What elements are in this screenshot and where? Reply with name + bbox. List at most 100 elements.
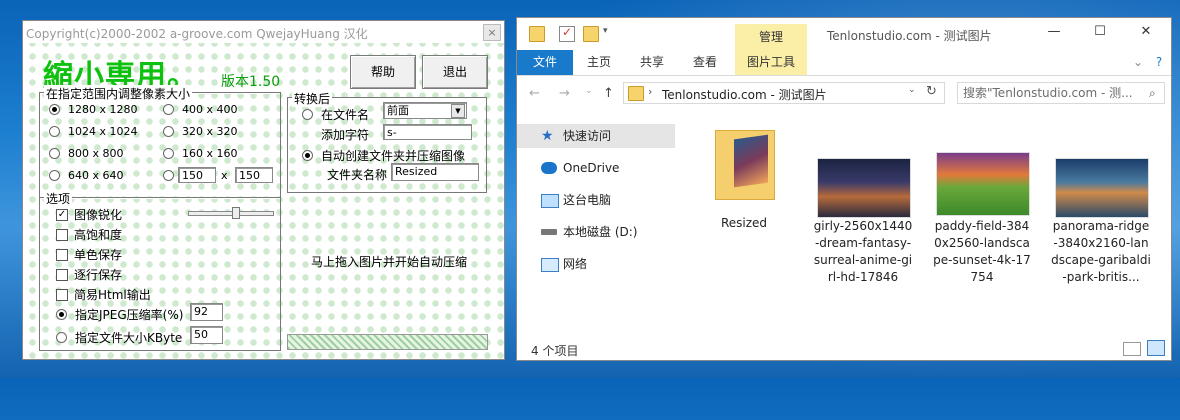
tab-share[interactable]: 共享 <box>632 50 672 75</box>
size-400-radio[interactable]: 400 x 400 <box>163 103 238 116</box>
manage-context-tab[interactable]: 管理 <box>735 24 807 50</box>
explorer-window: ✓ ▾ 管理 Tenlonstudio.com - 测试图片 — ☐ ✕ 文件 … <box>516 17 1172 361</box>
nav-onedrive-label: OneDrive <box>563 161 620 175</box>
position-select[interactable]: 前面 ▼ <box>383 102 467 119</box>
qat-dropdown-icon[interactable]: ▾ <box>603 26 617 40</box>
details-view-icon[interactable] <box>1123 342 1141 356</box>
tab-picture-tools[interactable]: 图片工具 <box>735 50 807 75</box>
jpeg-rate-input[interactable]: 92 <box>190 303 223 321</box>
mono-checkbox[interactable]: 单色保存 <box>56 246 122 263</box>
html-output-checkbox[interactable]: 简易Html输出 <box>56 286 151 303</box>
nav-local-disk[interactable]: 本地磁盘 (D:) <box>517 220 675 244</box>
saturation-label: 高饱和度 <box>74 228 123 242</box>
size-800-radio[interactable]: 800 x 800 <box>49 147 124 160</box>
explorer-title: Tenlonstudio.com - 测试图片 <box>827 29 992 43</box>
size-160-radio[interactable]: 160 x 160 <box>163 147 238 160</box>
size-1280-radio[interactable]: 1280 x 1280 <box>49 103 138 116</box>
path-folder-icon <box>628 86 644 101</box>
nav-quick-access[interactable]: ★ 快速访问 <box>517 124 675 148</box>
file-item-panorama[interactable]: panorama-ridge-3840x2160-landscape-garib… <box>1051 158 1151 288</box>
search-input[interactable]: 搜索"Tenlonstudio.com - 测... <box>957 82 1165 104</box>
file-list: Resized girly-2560x1440-dream-fantasy-su… <box>677 114 1167 338</box>
kbyte-radio[interactable]: 指定文件大小KByte <box>56 329 182 346</box>
size-1280-label: 1280 x 1280 <box>68 103 138 116</box>
navigation-pane: ★ 快速访问 OneDrive 这台电脑 本地磁盘 (D:) 网络 <box>517 114 677 338</box>
radio-icon <box>49 169 60 181</box>
file-item-girly[interactable]: girly-2560x1440-dream-fantasy-surreal-an… <box>813 158 913 288</box>
nav-this-pc[interactable]: 这台电脑 <box>517 188 675 212</box>
radio-icon <box>163 125 174 137</box>
nav-onedrive[interactable]: OneDrive <box>517 156 675 180</box>
folder-name-input[interactable]: Resized <box>391 163 479 181</box>
mono-label: 单色保存 <box>74 248 123 262</box>
custom-width-input[interactable]: 150 <box>178 167 216 183</box>
size-640-radio[interactable]: 640 x 640 <box>49 169 124 182</box>
file-item-resized[interactable]: Resized <box>694 128 794 238</box>
position-select-value: 前面 <box>387 104 409 117</box>
sharpen-checkbox[interactable]: ✓ 图像锐化 <box>56 206 122 223</box>
size-320-radio[interactable]: 320 x 320 <box>163 125 238 138</box>
file-item-paddy[interactable]: paddy-field-3840x2560-landscape-sunset-4… <box>932 152 1032 284</box>
size-800-label: 800 x 800 <box>68 147 124 160</box>
radio-icon <box>163 169 174 181</box>
radio-icon <box>49 147 60 159</box>
checkbox-icon <box>56 248 68 261</box>
convert-group: 转换后 在文件名 前面 ▼ 添加字符 s- 自动创建文件夹并压缩图像 文件夹名称 … <box>287 90 487 193</box>
size-640-label: 640 x 640 <box>68 169 124 182</box>
new-folder-icon[interactable] <box>583 26 599 42</box>
sharpen-label: 图像锐化 <box>74 208 123 222</box>
nav-network[interactable]: 网络 <box>517 252 675 276</box>
sharpen-slider[interactable] <box>188 207 274 219</box>
radio-icon <box>163 147 174 159</box>
progress-bar <box>287 334 488 350</box>
large-icons-view-icon[interactable] <box>1147 340 1165 356</box>
nav-network-label: 网络 <box>563 257 588 271</box>
ribbon-tabs: 文件 主页 共享 查看 图片工具 ⌄ ? <box>517 50 1171 76</box>
tab-view[interactable]: 查看 <box>685 50 725 75</box>
path-box[interactable]: › Tenlonstudio.com - 测试图片 ⌄ ↻ <box>623 82 945 104</box>
app-close-button[interactable]: × <box>483 24 501 41</box>
nav-quick-access-label: 快速访问 <box>563 129 612 143</box>
refresh-icon[interactable]: ↻ <box>926 84 937 99</box>
search-icon[interactable]: ⌕ <box>1149 86 1156 101</box>
convert-group-label: 转换后 <box>292 90 333 107</box>
kbyte-label: 指定文件大小KByte <box>75 331 183 345</box>
up-icon[interactable]: ↑ <box>603 86 614 101</box>
network-icon <box>541 258 559 272</box>
help-icon[interactable]: ? <box>1151 50 1167 75</box>
recent-dropdown-icon[interactable]: ⌄ <box>585 86 593 96</box>
app-titlebar[interactable]: Copyright(c)2000-2002 a-groove.com Qweja… <box>23 21 504 43</box>
app-title: Copyright(c)2000-2002 a-groove.com Qweja… <box>26 27 368 41</box>
help-button[interactable]: 帮助 <box>350 55 416 89</box>
back-icon[interactable]: ← <box>529 86 540 101</box>
tab-file[interactable]: 文件 <box>517 50 573 75</box>
radio-icon <box>56 332 67 343</box>
checkbox-checked-icon: ✓ <box>56 208 68 221</box>
close-button[interactable]: ✕ <box>1123 24 1169 44</box>
progressive-label: 逐行保存 <box>74 268 123 282</box>
in-filename-radio[interactable]: 在文件名 <box>302 106 369 123</box>
properties-icon[interactable]: ✓ <box>559 25 575 42</box>
saturation-checkbox[interactable]: 高饱和度 <box>56 226 122 243</box>
kbyte-input[interactable]: 50 <box>190 326 223 344</box>
cloud-icon <box>541 162 557 174</box>
in-filename-label: 在文件名 <box>321 108 370 122</box>
progressive-checkbox[interactable]: 逐行保存 <box>56 266 122 283</box>
path-separator-icon: › <box>648 85 653 98</box>
custom-height-input[interactable]: 150 <box>235 167 273 183</box>
minimize-button[interactable]: — <box>1031 24 1077 44</box>
maximize-button[interactable]: ☐ <box>1077 24 1123 44</box>
folder-icon <box>715 130 775 200</box>
path-dropdown-icon[interactable]: ⌄ <box>908 85 916 95</box>
auto-folder-radio[interactable]: 自动创建文件夹并压缩图像 <box>302 147 465 164</box>
auto-folder-label: 自动创建文件夹并压缩图像 <box>321 149 466 163</box>
jpeg-rate-radio[interactable]: 指定JPEG压缩率(%) <box>56 306 183 323</box>
forward-icon[interactable]: → <box>559 86 570 101</box>
add-chars-input[interactable]: s- <box>383 124 472 140</box>
size-1024-radio[interactable]: 1024 x 1024 <box>49 125 138 138</box>
ribbon-expand-icon[interactable]: ⌄ <box>1131 50 1145 75</box>
exit-button[interactable]: 退出 <box>422 55 488 89</box>
slider-thumb[interactable] <box>232 207 240 219</box>
image-thumbnail <box>936 152 1030 216</box>
tab-home[interactable]: 主页 <box>579 50 619 75</box>
